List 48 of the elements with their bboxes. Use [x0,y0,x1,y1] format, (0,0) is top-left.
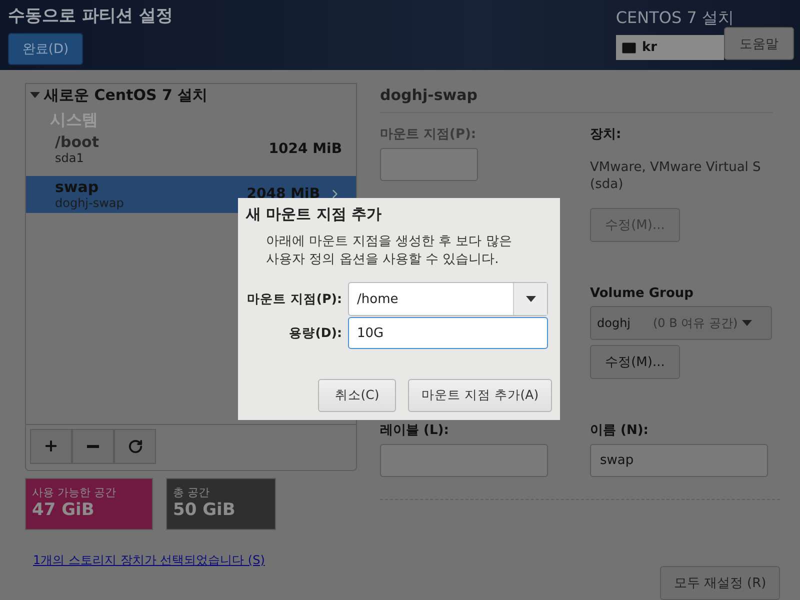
storage-devices-link[interactable]: 1개의 스토리지 장치가 선택되었습니다 (S) [33,552,357,569]
field-label: 이름 (N): [590,422,648,439]
volume-group-dropdown[interactable]: doghj (0 B 여유 공간) [590,306,772,340]
space-label: 사용 가능한 공간 [32,484,117,500]
help-button[interactable]: 도움말 [724,27,794,60]
done-button[interactable]: 완료(D) [8,33,83,65]
cancel-button[interactable]: 취소(C) [318,379,396,412]
field-label: 용량(D): [288,324,343,342]
dropdown-button[interactable] [513,283,547,316]
tree-title: 새로운 CentOS 7 설치 [44,86,208,105]
field-label: 마운트 지점(P): [246,290,343,308]
field-label: 장치: [590,126,622,143]
reset-all-button[interactable]: 모두 재설정 (R) [660,566,780,600]
keyboard-layout-indicator[interactable]: kr [616,35,724,60]
capacity-field[interactable]: 10G [348,317,548,350]
label-field[interactable] [380,444,548,477]
dropdown-arrow-icon [526,296,536,302]
space-label: 총 공간 [173,484,210,500]
product-title: CENTOS 7 설치 [616,8,734,29]
mount-point-name: /boot [55,133,99,152]
dropdown-arrow-icon [742,320,752,326]
add-button[interactable] [30,428,72,464]
refresh-button[interactable] [114,428,156,464]
add-mount-point-button[interactable]: 마운트 지점 추가(A) [408,379,552,412]
modify-button[interactable]: 수정(M)... [590,345,680,379]
device-name: doghj-swap [55,196,124,210]
dialog-message: 아래에 마운트 지점을 생성한 후 보다 많은 사용자 정의 옵션을 사용할 수 있습니다. [266,233,513,268]
partition-size: 2048 MiB [246,186,320,202]
details-title: doghj-swap [380,82,773,113]
mount-point-name: swap [55,178,100,196]
minus-icon [87,444,99,448]
device-description: VMware, VMware Virtual S (sda) [590,158,761,194]
mount-point-field[interactable] [380,148,478,181]
mount-point-row[interactable]: /boot sda1 1024 MiB [26,130,356,168]
refresh-icon [128,438,142,454]
partition-size: 1024 MiB [268,141,342,158]
remove-button[interactable] [72,428,114,464]
device-name: sda1 [55,151,85,166]
field-label: 마운트 지점(P): [380,126,476,143]
mount-point-combo[interactable]: /home [348,282,548,316]
expander-icon[interactable] [30,91,40,100]
space-value: 47 GiB [32,500,96,520]
plus-icon [43,438,59,454]
page-title: 수동으로 파티션 설정 [8,5,173,27]
field-label: Volume Group [590,286,694,301]
space-value: 50 GiB [173,500,236,520]
field-label: 레이블 (L): [380,422,449,439]
name-field[interactable]: swap [590,444,768,477]
